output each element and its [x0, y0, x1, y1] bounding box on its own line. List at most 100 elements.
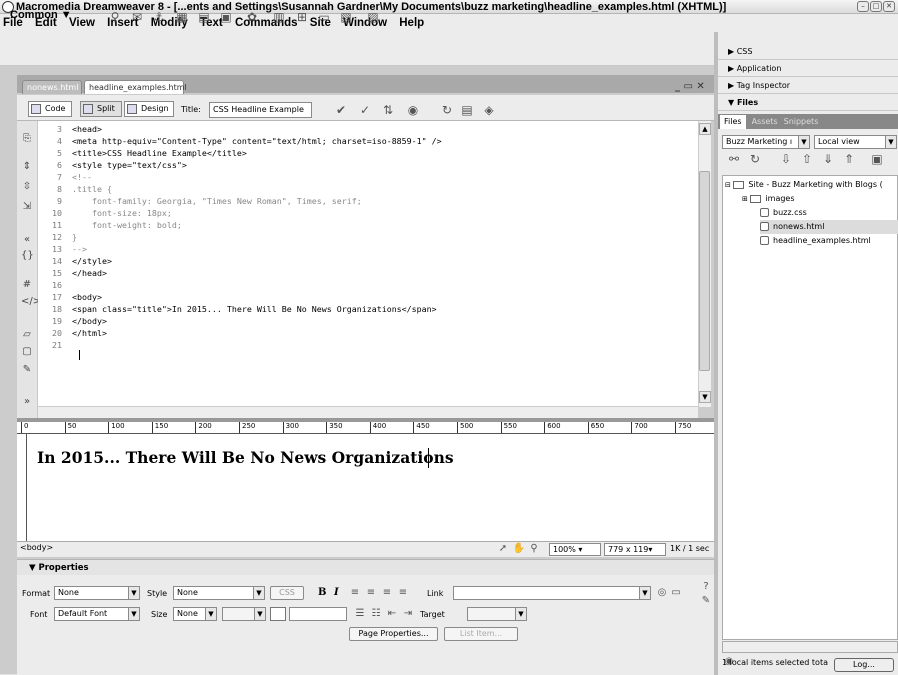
site-root-node[interactable]: ⊟ Site - Buzz Marketing with Blogs (	[725, 178, 883, 192]
zoom-select[interactable]: 100% ▾	[549, 543, 601, 556]
zoom-tool-icon[interactable]: ⚲	[527, 543, 541, 555]
scroll-down-icon[interactable]: ▼	[699, 391, 711, 403]
apply-comment-icon[interactable]: ▱	[21, 329, 33, 341]
maximize-icon[interactable]: □	[870, 1, 882, 12]
collapse-selection-icon[interactable]: ⇳	[21, 181, 33, 193]
templates-icon[interactable]: ▧	[339, 10, 353, 24]
code-scroll-thumb[interactable]	[699, 171, 710, 371]
site-select[interactable]: Buzz Marketing ı ▼	[722, 135, 810, 149]
size-select[interactable]: None ▼	[173, 607, 217, 621]
view-select[interactable]: Local view ▼	[814, 135, 897, 149]
font-select[interactable]: Default Font ▼	[54, 607, 140, 621]
design-view-button[interactable]: Design	[124, 101, 174, 117]
comment-icon[interactable]: ▭	[317, 10, 331, 24]
tree-item-buzz-css[interactable]: buzz.css	[760, 206, 807, 220]
css-panel-group[interactable]: ▶ CSS	[718, 44, 898, 60]
insert-category-dropdown[interactable]: Common ▼	[10, 9, 72, 21]
page-title-input[interactable]: CSS Headline Example	[209, 102, 312, 118]
point-to-file-icon[interactable]: ◎	[655, 586, 669, 600]
balance-braces-icon[interactable]: {}	[21, 250, 34, 262]
tab-nonews-html[interactable]: nonews.html	[22, 80, 82, 94]
code-horizontal-scrollbar[interactable]	[38, 406, 698, 418]
close-icon[interactable]: ✕	[883, 1, 895, 12]
more-tools-icon[interactable]: »	[21, 396, 33, 408]
style-select[interactable]: None ▼	[173, 586, 265, 600]
tag-selector[interactable]: <body>	[20, 543, 53, 552]
code-view-button[interactable]: Code	[28, 101, 72, 117]
target-select[interactable]: ▼	[467, 607, 527, 621]
check-in-icon[interactable]: ⇑	[842, 152, 856, 166]
date-icon[interactable]: ▥	[272, 10, 286, 24]
text-color-input[interactable]	[289, 607, 347, 621]
tag-inspector-panel-group[interactable]: ▶ Tag Inspector	[718, 78, 898, 94]
design-headline-text[interactable]: In 2015... There Will Be No News Organiz…	[37, 448, 454, 467]
preview-browser-icon[interactable]: ◉	[406, 103, 420, 117]
tab-files[interactable]: Files	[720, 115, 746, 129]
tree-item-nonews-html[interactable]: nonews.html	[760, 220, 898, 234]
link-input[interactable]: ▼	[453, 586, 651, 600]
unordered-list-icon[interactable]: ☰	[353, 607, 367, 621]
validate-icon[interactable]: ✔	[334, 103, 348, 117]
browse-folder-icon[interactable]: ▭	[669, 586, 683, 600]
text-indent-icon[interactable]: ⇥	[401, 607, 415, 621]
quick-tag-editor-icon[interactable]: ✎	[699, 594, 713, 608]
tab-snippets[interactable]: Snippets	[784, 117, 819, 126]
application-panel-group[interactable]: ▶ Application	[718, 61, 898, 77]
menu-view[interactable]: View	[69, 17, 95, 29]
minimize-icon[interactable]: –	[857, 1, 869, 12]
tab-assets[interactable]: Assets	[752, 117, 778, 126]
refresh-files-icon[interactable]: ↻	[748, 152, 762, 166]
get-files-icon[interactable]: ⇩	[779, 152, 793, 166]
hyperlink-icon[interactable]: ⚲	[108, 10, 122, 24]
text-color-swatch[interactable]	[270, 607, 286, 621]
select-parent-tag-icon[interactable]: «	[21, 234, 33, 246]
justify-icon[interactable]: ≡	[396, 586, 410, 600]
put-files-icon[interactable]: ⇧	[800, 152, 814, 166]
named-anchor-icon[interactable]: ⚓	[152, 10, 166, 24]
code-editor[interactable]: 3 <head> 4 <meta http-equiv="Content-Type"…	[38, 121, 698, 418]
server-side-include-icon[interactable]: ⊞	[295, 10, 309, 24]
format-select[interactable]: None ▼	[54, 586, 140, 600]
check-out-icon[interactable]: ⇓	[821, 152, 835, 166]
images-icon[interactable]: ▣	[219, 10, 233, 24]
visual-aids-icon[interactable]: ◈	[482, 103, 496, 117]
align-right-icon[interactable]: ≡	[380, 586, 394, 600]
ordered-list-icon[interactable]: ☷	[369, 607, 383, 621]
scroll-up-icon[interactable]: ▲	[699, 123, 711, 135]
browser-check-icon[interactable]: ✓	[358, 103, 372, 117]
hand-tool-icon[interactable]: ✋	[512, 543, 526, 555]
expand-all-icon[interactable]: ⇲	[21, 201, 33, 213]
help-icon[interactable]: ?	[699, 580, 713, 594]
italic-button[interactable]: I	[334, 587, 339, 598]
view-options-icon[interactable]: ▤	[460, 103, 474, 117]
page-properties-button[interactable]: Page Properties...	[349, 627, 438, 641]
tree-item-headline-examples-html[interactable]: headline_examples.html	[760, 234, 871, 248]
log-button[interactable]: Log...	[834, 658, 894, 672]
bold-button[interactable]: B	[318, 587, 326, 598]
open-documents-icon[interactable]: ⎘	[21, 133, 33, 145]
properties-panel-header[interactable]: ▼ Properties	[17, 559, 714, 575]
refresh-icon[interactable]: ↻	[440, 103, 454, 117]
css-button[interactable]: CSS	[270, 586, 304, 600]
list-item-button[interactable]: List Item...	[444, 627, 518, 641]
files-panel-group[interactable]: ▼ Files	[718, 95, 898, 111]
email-link-icon[interactable]: ✉	[130, 10, 144, 24]
media-icon[interactable]: ✿	[245, 10, 259, 24]
split-view-button[interactable]: Split	[80, 101, 122, 117]
menu-help[interactable]: Help	[399, 17, 424, 29]
highlight-invalid-code-icon[interactable]: </>	[21, 296, 41, 308]
file-management-icon[interactable]: ⇅	[381, 103, 395, 117]
document-window-controls[interactable]: _ ▭ ✕	[675, 81, 705, 92]
layer-icon[interactable]: ▤	[197, 10, 211, 24]
select-tool-icon[interactable]: ➚	[496, 543, 510, 555]
tab-headline-examples-html[interactable]: headline_examples.html	[84, 80, 187, 94]
window-size-select[interactable]: 779 x 119▾	[604, 543, 666, 556]
align-center-icon[interactable]: ≡	[364, 586, 378, 600]
table-icon[interactable]: ▦	[175, 10, 189, 24]
line-numbers-icon[interactable]: #	[21, 279, 33, 291]
files-horizontal-scrollbar[interactable]	[722, 641, 898, 653]
text-outdent-icon[interactable]: ⇤	[385, 607, 399, 621]
size-unit-select[interactable]: ▼	[222, 607, 266, 621]
connect-icon[interactable]: ⚯	[727, 152, 741, 166]
expand-panel-icon[interactable]: ▣	[870, 152, 884, 166]
